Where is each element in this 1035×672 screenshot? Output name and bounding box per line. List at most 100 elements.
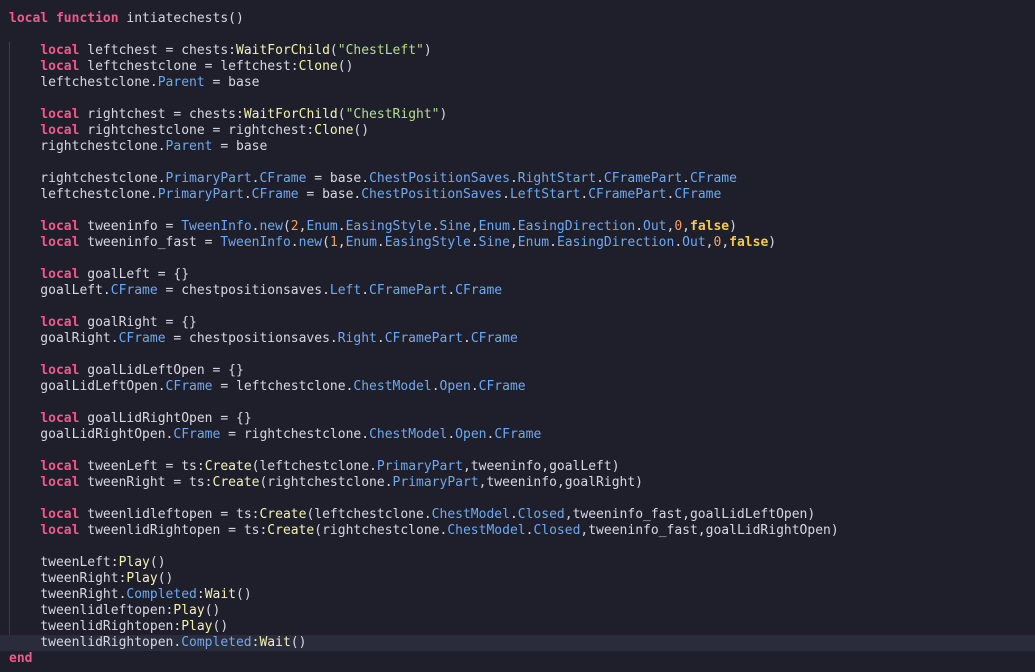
code-token-plain: goalLidLeftOpen. (9, 379, 166, 394)
code-line[interactable]: local tweeninfo_fast = TweenInfo.new(1,E… (0, 235, 1035, 251)
code-token-plain: . (376, 235, 385, 250)
code-line[interactable]: local tweenlidleftopen = ts:Create(leftc… (0, 507, 1035, 523)
code-line[interactable]: local goalLidLeftOpen = {} (0, 363, 1035, 379)
code-token-prop: PrimaryPart (157, 187, 244, 202)
code-line[interactable]: local rightchestclone = rightchest:Clone… (0, 123, 1035, 139)
code-token-plain: . (470, 235, 479, 250)
code-line[interactable] (0, 27, 1035, 43)
code-token-prop: CFrame (470, 331, 518, 346)
code-token-prop: CFrame (690, 171, 737, 186)
code-line[interactable]: local tweenlidRightopen = ts:Create(righ… (0, 523, 1035, 539)
code-token-num: 0 (674, 219, 683, 234)
code-token-plain: goalLidRightOpen. (9, 427, 174, 442)
code-line[interactable]: tweenLeft:Play() (0, 555, 1035, 571)
code-token-prop: new (298, 235, 323, 250)
code-token-plain: rightchestclone = rightchest: (79, 123, 315, 138)
code-token-prop: ChestModel (431, 507, 510, 522)
code-token-prop: ChestModel (353, 379, 432, 394)
code-line[interactable]: local leftchest = chests:WaitForChild("C… (0, 43, 1035, 59)
code-line[interactable] (0, 155, 1035, 171)
code-token-plain: tweenlidleftopen: (9, 603, 174, 618)
code-token-plain: () (204, 603, 221, 618)
code-line[interactable]: local leftchestclone = leftchest:Clone() (0, 59, 1035, 75)
code-token-kw: local (40, 315, 80, 330)
code-area[interactable]: local function intiatechests() local lef… (0, 11, 1035, 667)
code-token-plain: tweeninfo_fast = (79, 235, 221, 250)
code-token-plain: ) (768, 235, 777, 250)
code-token-plain: ) (423, 43, 432, 58)
code-line[interactable]: tweenlidleftopen:Play() (0, 603, 1035, 619)
code-token-prop: CFrame (110, 283, 158, 298)
code-line[interactable]: leftchestclone.PrimaryPart.CFrame = base… (0, 187, 1035, 203)
code-token-plain: tweeninfo = (79, 219, 182, 234)
code-token-fn: Play (173, 603, 205, 618)
code-token-plain: , (682, 219, 690, 234)
code-line[interactable] (0, 395, 1035, 411)
code-line[interactable]: goalLidRightOpen.CFrame = rightchestclon… (0, 427, 1035, 443)
code-line[interactable]: rightchestclone.Parent = base (0, 139, 1035, 155)
code-token-prop: LeftStart (509, 187, 581, 202)
code-line[interactable]: local tweeninfo = TweenInfo.new(2,Enum.E… (0, 219, 1035, 235)
code-line[interactable]: tweenRight.Completed:Wait() (0, 587, 1035, 603)
code-token-prop: Parent (165, 139, 213, 154)
code-token-prop: Completed (126, 587, 197, 602)
code-token-prop: CFramePart (384, 331, 463, 346)
code-token-plain: () (236, 587, 252, 602)
code-token-prop: Closed (517, 507, 565, 522)
code-token-prop: CFrame (259, 171, 307, 186)
code-token-num: 1 (329, 235, 338, 250)
code-token-fn: Create (212, 475, 260, 490)
code-line[interactable]: tweenRight:Play() (0, 571, 1035, 587)
code-line[interactable]: tweenlidRightopen.Completed:Wait() (0, 635, 1035, 651)
code-line[interactable] (0, 491, 1035, 507)
code-line[interactable] (0, 203, 1035, 219)
code-line[interactable]: local tweenLeft = ts:Create(leftchestclo… (0, 459, 1035, 475)
code-token-plain: . (447, 283, 456, 298)
code-token-prop: CFramePart (603, 171, 683, 186)
code-line[interactable]: leftchestclone.Parent = base (0, 75, 1035, 91)
code-line[interactable]: local tweenRight = ts:Create(rightchestc… (0, 475, 1035, 491)
code-line[interactable]: local goalRight = {} (0, 315, 1035, 331)
code-token-fn: WaitForChild (243, 107, 338, 122)
code-line[interactable]: tweenlidRightopen:Play() (0, 619, 1035, 635)
code-line[interactable]: end (0, 651, 1035, 667)
code-line[interactable] (0, 251, 1035, 267)
code-line[interactable]: local goalLeft = {} (0, 267, 1035, 283)
code-token-kw: local (40, 219, 80, 234)
code-token-plain: = chestpositionsaves. (165, 331, 338, 346)
code-token-prop: Completed (181, 635, 252, 650)
code-token-prop: TweenInfo (181, 219, 252, 234)
code-editor[interactable]: local function intiatechests() local lef… (0, 0, 1035, 672)
code-token-prop: Enum (345, 235, 377, 250)
code-line[interactable]: local goalLidRightOpen = {} (0, 411, 1035, 427)
code-token-fn: Wait (259, 635, 291, 650)
code-line[interactable] (0, 539, 1035, 555)
code-line[interactable]: goalRight.CFrame = chestpositionsaves.Ri… (0, 331, 1035, 347)
code-line[interactable]: rightchestclone.PrimaryPart.CFrame = bas… (0, 171, 1035, 187)
code-line[interactable]: goalLidLeftOpen.CFrame = leftchestclone.… (0, 379, 1035, 395)
code-token-plain: . (674, 235, 683, 250)
code-token-kw: local function (9, 11, 127, 26)
code-token-prop: CFrame (173, 427, 221, 442)
code-token-prop: Enum (306, 219, 338, 234)
code-token-plain: rightchest = chests: (79, 107, 244, 122)
code-token-plain: goalRight = {} (79, 315, 197, 330)
code-line[interactable]: local rightchest = chests:WaitForChild("… (0, 107, 1035, 123)
code-token-str: "ChestLeft" (337, 43, 424, 58)
code-token-plain: goalLeft. (9, 283, 111, 298)
code-token-plain: tweenlidRightopen. (9, 635, 182, 650)
code-line[interactable] (0, 347, 1035, 363)
code-line[interactable] (0, 299, 1035, 315)
code-token-prop: Enum (517, 235, 550, 250)
code-token-plain: leftchestclone. (9, 187, 158, 202)
code-line[interactable]: local function intiatechests() (0, 11, 1035, 27)
code-line[interactable] (0, 91, 1035, 107)
code-token-prop: EasingDirection (556, 235, 675, 250)
code-line[interactable] (0, 443, 1035, 459)
code-token-prop: CFrame (118, 331, 166, 346)
code-line[interactable]: goalLeft.CFrame = chestpositionsaves.Lef… (0, 283, 1035, 299)
